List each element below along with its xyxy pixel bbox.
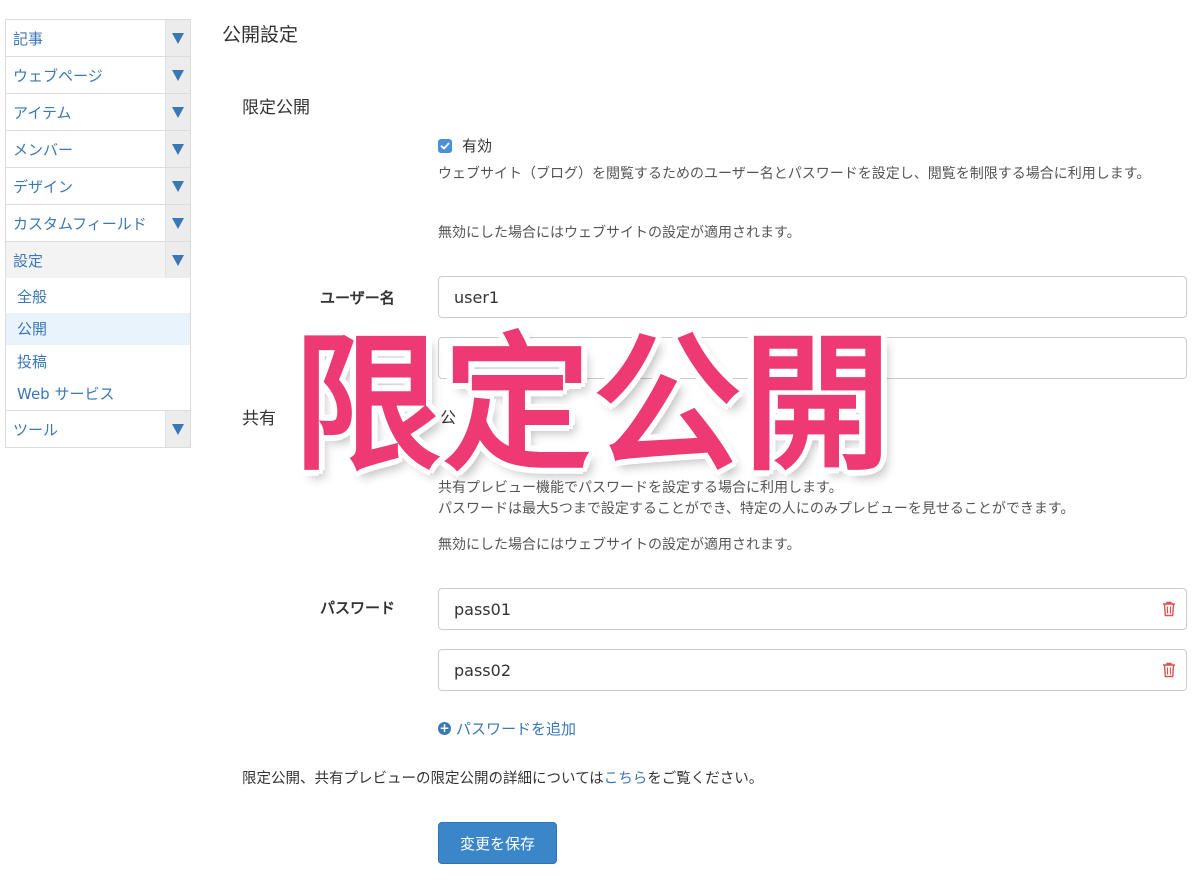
sidebar-item-custom-fields[interactable]: カスタムフィールド (5, 204, 191, 242)
section-title-shared: 共有 (242, 409, 276, 429)
password-label: パスワード (320, 599, 396, 617)
expand-toggle-icon[interactable] (165, 94, 190, 130)
password-value: pass02 (454, 660, 511, 680)
sidebar-item-label[interactable]: アイテム (6, 94, 165, 130)
sidebar-nav: 記事 ウェブページ アイテム メンバー デザイン カスタムフィールド 設定 全般… (5, 19, 191, 448)
submenu-item-web-services[interactable]: Web サービス (6, 378, 190, 411)
details-link[interactable]: こちら (604, 771, 648, 787)
expand-toggle-icon[interactable] (165, 205, 190, 241)
sidebar-item-label[interactable]: デザイン (6, 168, 165, 204)
limited-enable-row[interactable]: 有効 (438, 135, 492, 156)
sidebar-item-label[interactable]: ウェブページ (6, 57, 165, 93)
expand-toggle-icon[interactable] (165, 168, 190, 204)
expand-toggle-icon[interactable] (165, 131, 190, 167)
trash-icon[interactable] (1162, 662, 1176, 678)
sidebar-item-webpages[interactable]: ウェブページ (5, 56, 191, 94)
overlay-banner: 限定公開 (288, 320, 898, 490)
page-title: 公開設定 (222, 24, 299, 46)
plus-circle-icon: + (438, 721, 451, 735)
shared-help-note: 無効にした場合にはウェブサイトの設定が適用されます。 (438, 537, 801, 553)
trash-icon[interactable] (1162, 601, 1176, 617)
overlay-banner-text: 限定公開 (293, 319, 893, 491)
sidebar-item-members[interactable]: メンバー (5, 130, 191, 168)
expand-toggle-icon[interactable] (165, 411, 190, 447)
sidebar-item-settings[interactable]: 設定 (5, 241, 191, 279)
details-note-text: 限定公開、共有プレビューの限定公開の詳細については (242, 771, 604, 787)
sidebar-item-label[interactable]: 設定 (6, 242, 165, 278)
sidebar-item-assets[interactable]: アイテム (5, 93, 191, 131)
details-note-text-end: をご覧ください。 (647, 771, 764, 787)
sidebar-item-label[interactable]: メンバー (6, 131, 165, 167)
save-changes-button[interactable]: 変更を保存 (438, 822, 557, 864)
add-password-link[interactable]: + パスワードを追加 (438, 718, 576, 739)
username-label: ユーザー名 (320, 289, 395, 307)
expand-toggle-icon[interactable] (165, 20, 190, 56)
enable-checkbox-label: 有効 (462, 137, 493, 155)
check-icon (440, 142, 450, 149)
details-note: 限定公開、共有プレビューの限定公開の詳細についてはこちらをご覧ください。 (242, 767, 763, 788)
preview-password-input-1[interactable]: pass01 (438, 588, 1187, 630)
sidebar-item-label[interactable]: 記事 (6, 20, 165, 56)
password-value: pass01 (454, 599, 511, 619)
shared-help-text-2: パスワードは最大5つまで設定することができ、特定の人にのみプレビューを見せること… (438, 501, 1075, 517)
limited-help-text: ウェブサイト（ブログ）を閲覧するためのユーザー名とパスワードを設定し、閲覧を制限… (438, 166, 1151, 182)
settings-submenu: 全般 公開 投稿 Web サービス (5, 278, 191, 411)
username-value: user1 (454, 287, 500, 307)
sidebar-item-entries[interactable]: 記事 (5, 19, 191, 57)
username-input[interactable]: user1 (438, 276, 1187, 318)
expand-toggle-icon[interactable] (165, 242, 190, 278)
submenu-item-publishing[interactable]: 公開 (6, 312, 190, 345)
sidebar-item-design[interactable]: デザイン (5, 167, 191, 205)
enable-checkbox[interactable] (438, 138, 452, 153)
expand-toggle-icon[interactable] (165, 57, 190, 93)
section-title-limited: 限定公開 (242, 98, 310, 118)
preview-password-input-2[interactable]: pass02 (438, 649, 1187, 691)
submenu-item-general[interactable]: 全般 (6, 280, 190, 313)
add-password-label: パスワードを追加 (456, 720, 577, 738)
submenu-item-posting[interactable]: 投稿 (6, 345, 190, 378)
sidebar-item-tools[interactable]: ツール (5, 410, 191, 448)
sidebar-item-label[interactable]: ツール (6, 411, 165, 447)
sidebar-item-label[interactable]: カスタムフィールド (6, 205, 165, 241)
limited-help-note: 無効にした場合にはウェブサイトの設定が適用されます。 (438, 225, 801, 241)
